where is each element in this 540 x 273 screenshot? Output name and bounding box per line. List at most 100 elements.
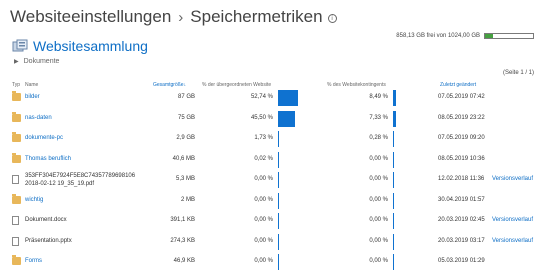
row-size: 75 GB bbox=[177, 114, 195, 121]
pct-quota-bar bbox=[393, 233, 394, 250]
row-pct-quota: 0,00 % bbox=[369, 176, 388, 182]
folder-icon bbox=[12, 132, 21, 142]
table-row: Präsentation.pptx 274,3 KB 0,00 % 0,00 % 20.… bbox=[0, 232, 540, 252]
row-pct-quota: 0,00 % bbox=[369, 217, 388, 223]
row-pct-quota: 0,00 % bbox=[369, 155, 388, 162]
row-modified: 05.03.2019 01:29 bbox=[438, 258, 485, 264]
table-row: bilder 87 GB 52,74 % 8,49 % 07.05.2019 07:42 bbox=[0, 88, 540, 108]
row-pct-parent: 1,73 % bbox=[254, 135, 273, 141]
row-pct-quota: 0,00 % bbox=[369, 258, 388, 264]
table-row: Thomas beruflich 40,6 MB 0,02 % 0,00 % 08.05… bbox=[0, 150, 540, 170]
table-row: wichtig 2 MB 0,00 % 0,00 % 30.04.2019 01:57 bbox=[0, 191, 540, 211]
row-size: 2,9 GB bbox=[176, 135, 195, 141]
row-size: 46,9 KB bbox=[173, 258, 195, 264]
version-history-link[interactable]: Versionsverlauf bbox=[492, 176, 533, 182]
library-label[interactable]: Dokumente bbox=[24, 58, 60, 65]
row-size: 40,6 MB bbox=[172, 155, 195, 162]
row-name: 353FF304E7924F5E8C74357789698106 2018-02-… bbox=[25, 172, 135, 188]
row-name[interactable]: bilder bbox=[25, 94, 40, 100]
storage-usage-fill bbox=[485, 34, 493, 38]
row-size: 5,3 MB bbox=[175, 176, 195, 182]
row-modified: 12.02.2018 11:36 bbox=[438, 176, 485, 182]
breadcrumb: Websiteeinstellungen › Speichermetriken … bbox=[10, 6, 337, 28]
row-modified: 08.05.2019 23:22 bbox=[438, 114, 485, 121]
row-pct-parent: 52,74 % bbox=[250, 94, 273, 100]
row-pct-parent: 0,00 % bbox=[254, 258, 273, 264]
folder-icon bbox=[12, 255, 21, 265]
folder-icon bbox=[12, 111, 21, 122]
row-name: Dokument.docx bbox=[25, 217, 67, 223]
caret-right-icon: ▶ bbox=[14, 58, 19, 65]
pct-parent-bar bbox=[278, 254, 279, 270]
pct-parent-bar bbox=[278, 110, 296, 127]
table-row: nas-daten 75 GB 45,50 % 7,33 % 08.05.2019 23… bbox=[0, 109, 540, 129]
row-pct-quota: 7,33 % bbox=[369, 114, 388, 121]
storage-usage-bar bbox=[484, 33, 534, 39]
breadcrumb-site-settings-link[interactable]: Websiteeinstellungen bbox=[10, 7, 171, 27]
row-name: Präsentation.pptx bbox=[25, 237, 72, 244]
table-row: dokumente-pc 2,9 GB 1,73 % 0,28 % 07.05.2019… bbox=[0, 129, 540, 149]
pct-parent-bar bbox=[278, 213, 279, 229]
row-size: 391,1 KB bbox=[170, 217, 195, 223]
pct-parent-bar bbox=[278, 151, 279, 168]
pct-quota-bar bbox=[393, 192, 394, 209]
storage-text: 858,13 GB frei von 1024,00 GB bbox=[396, 33, 480, 39]
row-name[interactable]: Thomas beruflich bbox=[25, 156, 71, 162]
site-collection-icon bbox=[12, 39, 28, 53]
row-size: 87 GB bbox=[177, 94, 195, 100]
pager: (Seite 1 / 1) bbox=[502, 70, 534, 76]
row-modified: 20.03.2019 03:17 bbox=[438, 237, 485, 244]
table-row: Forms 46,9 KB 0,00 % 0,00 % 05.03.2019 01:29 bbox=[0, 252, 540, 272]
row-modified: 08.05.2019 10:36 bbox=[438, 155, 485, 162]
site-collection-row: Websitesammlung bbox=[12, 37, 148, 55]
row-pct-quota: 0,00 % bbox=[369, 237, 388, 244]
pct-quota-bar bbox=[393, 131, 394, 147]
breadcrumb-separator: › bbox=[178, 8, 184, 26]
row-modified: 20.03.2019 02:45 bbox=[438, 217, 485, 223]
row-name-line: 2018-02-12 19_35_19.pdf bbox=[25, 181, 95, 187]
row-modified: 07.05.2019 09:20 bbox=[438, 135, 485, 141]
file-icon bbox=[12, 216, 19, 225]
row-pct-quota: 0,00 % bbox=[369, 196, 388, 203]
folder-icon bbox=[12, 152, 21, 163]
pct-quota-bar bbox=[393, 172, 394, 188]
row-pct-quota: 0,28 % bbox=[369, 135, 388, 141]
row-size: 2 MB bbox=[180, 196, 195, 203]
row-name[interactable]: Forms bbox=[25, 258, 42, 264]
row-pct-parent: 0,02 % bbox=[254, 155, 273, 162]
pct-parent-bar bbox=[278, 90, 299, 106]
pct-quota-bar bbox=[393, 213, 394, 229]
row-name[interactable]: nas-daten bbox=[25, 115, 52, 121]
table-row: 353FF304E7924F5E8C74357789698106 2018-02-… bbox=[0, 170, 540, 190]
info-icon[interactable]: i bbox=[327, 13, 337, 23]
pct-parent-bar bbox=[278, 192, 279, 209]
page-title: Speichermetriken bbox=[190, 7, 323, 26]
row-name[interactable]: dokumente-pc bbox=[25, 135, 63, 141]
version-history-link[interactable]: Versionsverlauf bbox=[492, 238, 533, 244]
file-icon bbox=[12, 175, 19, 184]
row-modified: 30.04.2019 01:57 bbox=[438, 196, 485, 203]
row-pct-parent: 0,00 % bbox=[254, 196, 273, 203]
pct-parent-bar bbox=[278, 172, 279, 188]
file-icon bbox=[12, 236, 19, 246]
row-name[interactable]: wichtig bbox=[25, 197, 43, 203]
version-history-link[interactable]: Versionsverlauf bbox=[492, 217, 533, 223]
row-pct-parent: 0,00 % bbox=[254, 237, 273, 244]
row-size: 274,3 KB bbox=[170, 237, 195, 244]
library-breadcrumb: ▶ Dokumente bbox=[14, 56, 59, 66]
row-pct-parent: 45,50 % bbox=[250, 114, 273, 121]
pct-quota-bar bbox=[393, 254, 394, 270]
row-name-line: 353FF304E7924F5E8C74357789698106 bbox=[25, 173, 136, 179]
row-pct-quota: 8,49 % bbox=[369, 94, 388, 100]
folder-icon bbox=[12, 91, 21, 101]
pct-quota-bar bbox=[393, 151, 394, 168]
storage-summary: 858,13 GB frei von 1024,00 GB bbox=[396, 33, 534, 39]
folder-icon bbox=[12, 193, 21, 204]
pct-quota-bar bbox=[393, 110, 396, 127]
pct-parent-bar bbox=[278, 233, 279, 250]
row-pct-parent: 0,00 % bbox=[254, 176, 273, 182]
pct-parent-bar bbox=[278, 131, 279, 147]
site-collection-title[interactable]: Websitesammlung bbox=[33, 38, 148, 54]
pct-quota-bar bbox=[393, 90, 397, 106]
row-pct-parent: 0,00 % bbox=[254, 217, 273, 223]
